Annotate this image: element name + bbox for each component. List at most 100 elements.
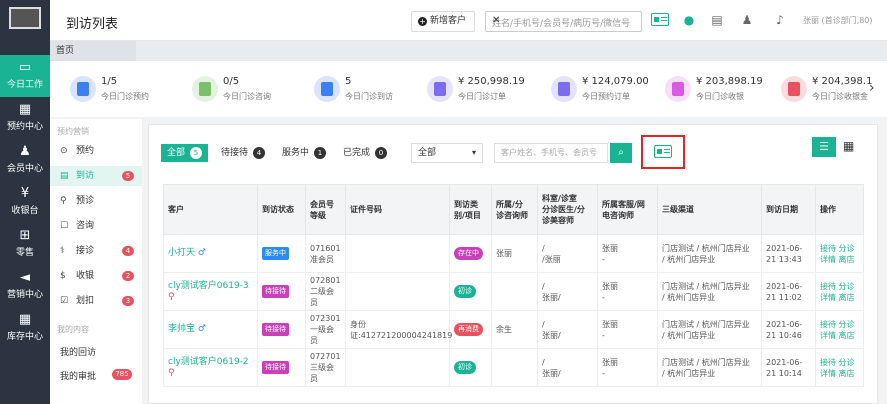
stats-bar: 1/5 今日门诊预约 0/5 今日门诊咨询 5 今日门诊到访 ¥ 250,998.19 今日门… [50,61,887,117]
department-cell: / /张丽 [537,234,598,273]
status-badge: 服务中 [262,247,289,260]
user-name[interactable]: 张丽 (首诊部门,80) [803,15,873,26]
filter-tab-2[interactable]: 服务中 1 [276,144,332,162]
operations-cell[interactable]: 接待 分诊 详情 离店 [815,348,864,387]
side-link-label: 我的回访 [60,348,97,358]
side-link-0[interactable]: 我的回访 [60,345,96,358]
grid-view-button[interactable]: ▦ [843,140,855,152]
column-header: 所属客服/网 电咨询师 [597,184,658,235]
service-cell: 张丽 - [597,234,658,273]
side-link-1[interactable]: 我的审批 785 [60,369,132,382]
wechat-icon[interactable]: ● [682,13,696,27]
customer-cell[interactable]: 小打天 ♂ [163,234,258,273]
stat-label: 今日门诊到访 [345,92,393,101]
nav-item-1[interactable]: ▦ 预约中心 [0,97,50,139]
side-item-label: 接诊 [76,246,95,256]
nav-item-2[interactable]: ♟ 会员中心 [0,139,50,181]
stat-icon [70,76,96,102]
table-row[interactable]: cly测试客户0619-3 ⚲ 待接待 072801 二级会 员 初诊 / 张丽/张丽 … [163,272,864,311]
clipboard-icon[interactable]: ▤ [710,13,724,27]
page-title: 到访列表 [66,17,119,32]
member-cell: 072701 三级会 员 [305,348,346,387]
table-row[interactable]: 李帅宝 ♂ 待接待 072301 一级会 员身份 证:412721200004241… [163,310,864,349]
search-button[interactable]: ⌕ [610,143,632,163]
operations-cell[interactable]: 接待 分诊 详情 离店 [815,310,864,349]
bell-icon[interactable]: ♪ [773,13,787,27]
new-customer-label: 新增客户 [430,16,467,26]
nav-item-5[interactable]: ◄ 营销中心 [0,265,50,307]
status-cell: 服务中 [257,234,306,273]
status-badge: 待接待 [262,361,289,374]
member-cell: 071601 准会员 [305,234,346,273]
customer-name[interactable]: 小打天 [168,248,195,258]
table-row[interactable]: 小打天 ♂ 服务中 071601 准会员 存在中 张丽 / /张丽 张丽 - 门店测试 / 杭… [163,234,864,273]
nav-item-0[interactable]: ▭ 今日工作 [0,55,50,97]
filter-select-value: 全部 [418,148,437,158]
stat-label: 今日门诊预约 [101,92,149,101]
filter-select[interactable]: 全部 ▾ [411,143,483,163]
column-header: 到访状态 [257,184,306,235]
stat-value: ¥ 203,898.19 [696,76,763,87]
visit-date-cell: 2021-06- 21 10:46 [761,310,816,349]
visit-date-cell: 2021-06- 21 10:14 [761,348,816,387]
customer-cell[interactable]: cly测试客户0619-2 ⚲ [163,348,258,387]
id-number-cell [345,348,450,387]
stat-label: 今日预约订单 [582,92,630,101]
global-search-input[interactable]: 姓名/手机号/会员号/病历号/微信号 ✕ [485,11,642,32]
list-search-input[interactable]: 客户姓名、手机号、会员号 [494,143,608,163]
location-pin-icon: ⚲ [168,367,175,378]
count-badge: 3 [122,296,134,306]
customer-cell[interactable]: cly测试客户0619-3 ⚲ [163,272,258,311]
channel-cell: 门店测试 / 杭州门店异业 / 杭州门店异业 [657,348,762,387]
chevron-right-icon[interactable]: › [869,80,875,96]
side-item-6[interactable]: ☑ 划扣 3 [50,291,142,311]
cart-icon: ⊞ [19,228,31,243]
customer-name[interactable]: cly测试客户0619-3 [168,281,249,291]
nav-item-4[interactable]: ⊞ 零售 [0,223,50,265]
consultant-cell [491,272,538,311]
list-view-button[interactable]: ☰ [812,137,836,157]
department-cell: / 张丽/ [537,310,598,349]
side-item-4[interactable]: ⚕ 接诊 4 [50,241,142,261]
filter-tab-1[interactable]: 待接待 4 [215,144,271,162]
count-badge: 5 [122,171,134,181]
stat-icon [551,76,577,102]
nav-item-label: 库存中心 [6,332,43,342]
megaphone-icon: ◄ [20,270,30,285]
nav-item-label: 预约中心 [6,122,43,132]
id-card-icon[interactable] [651,13,669,26]
clear-icon[interactable]: ✕ [492,15,637,26]
stat-icon [192,76,218,102]
nav-item-6[interactable]: ▦ 库存中心 [0,307,50,349]
side-item-3[interactable]: ☐ 咨询 [50,216,142,236]
sub-nav: 预约营销 我的内容 ⊙ 预约 ▤ 到访 5 ⚲ 预诊 ☐ 咨询 ⚕ 接诊 4 $ 收银 2 ☑ 划扣 3 我的回访我… [50,119,142,404]
id-number-cell: 身份 证:412721200004241819 [345,310,452,349]
nav-item-3[interactable]: ¥ 收银台 [0,181,50,223]
channel-cell: 门店测试 / 杭州门店异业 / 杭州门店异业 [657,272,762,311]
contacts-icon[interactable]: ♟ [740,13,754,27]
consultant-cell [491,348,538,387]
channel-cell: 门店测试 / 杭州门店异业 / 杭州门店异业 [657,234,762,273]
side-item-1[interactable]: ▤ 到访 5 [50,166,142,186]
stat-value: ¥ 204,398.1 [812,76,873,87]
side-item-label: 到访 [76,171,95,181]
table-row[interactable]: cly测试客户0619-2 ⚲ 待接待 072701 三级会 员 初诊 / 张丽/张丽 … [163,348,864,387]
customer-cell[interactable]: 李帅宝 ♂ [163,310,258,349]
side-item-0[interactable]: ⊙ 预约 [50,141,142,161]
new-customer-button[interactable]: + 新增客户 [411,11,475,32]
operations-cell[interactable]: 接待 分诊 详情 离店 [815,234,864,273]
stat-label: 今日门诊订单 [458,92,506,101]
consultant-cell: 张丽 [491,234,538,273]
id-card-icon[interactable] [654,145,672,158]
visit-type-cell: 再消费 [449,310,492,349]
yen-icon: ¥ [20,186,30,201]
customer-name[interactable]: 李帅宝 [168,324,195,334]
side-item-2[interactable]: ⚲ 预诊 [50,191,142,211]
filter-tab-3[interactable]: 已完成 0 [337,144,393,162]
side-item-5[interactable]: $ 收银 2 [50,266,142,286]
customer-name[interactable]: cly测试客户0619-2 [168,357,249,367]
tab-home[interactable]: 首页 [50,41,136,61]
operations-cell[interactable]: 接待 分诊 详情 离店 [815,272,864,311]
filter-tab-0[interactable]: 全部 5 [161,144,209,162]
chevron-down-icon: ▾ [471,148,476,157]
